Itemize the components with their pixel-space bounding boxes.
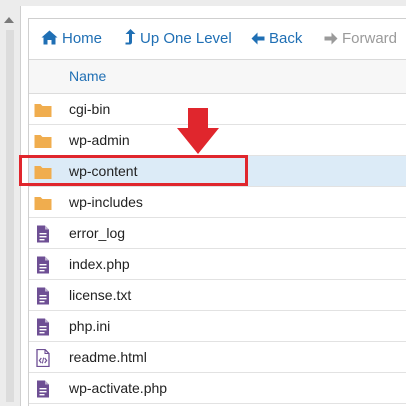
home-button[interactable]: Home [41,19,102,59]
text-file-icon [34,225,52,243]
file-row-wp-content[interactable]: wp-content [29,156,406,187]
forward-button[interactable]: Forward [324,19,397,59]
file-name: wp-activate.php [69,380,168,396]
file-name: wp-admin [69,132,130,148]
file-name: wp-includes [69,194,143,210]
file-row-error-log[interactable]: error_log [29,218,406,249]
level-up-icon [125,29,136,45]
text-file-icon [34,318,52,336]
file-name: error_log [69,225,126,241]
file-name: wp-content [69,163,138,179]
folder-icon [34,163,52,181]
name-column-header[interactable]: Name [69,60,106,93]
file-row-php-ini[interactable]: php.ini [29,311,406,342]
arrow-right-icon [324,32,338,45]
table-header: Name [29,60,406,94]
file-row-readme-html[interactable]: readme.html [29,342,406,373]
text-file-icon [34,256,52,274]
file-row-wp-includes[interactable]: wp-includes [29,187,406,218]
home-icon [41,30,58,45]
file-row-wp-activate-php[interactable]: wp-activate.php [29,373,406,404]
home-label: Home [62,30,103,47]
text-file-icon [34,287,52,305]
scroll-up-arrow-icon[interactable] [4,17,14,23]
forward-label: Forward [342,30,398,47]
folder-icon [34,132,52,150]
file-name: cgi-bin [69,101,111,117]
up-one-level-button[interactable]: Up One Level [125,19,232,59]
file-row-license-txt[interactable]: license.txt [29,280,406,311]
text-file-icon [34,380,52,398]
annotation-arrow-down-icon [177,108,219,154]
file-row-index-php[interactable]: index.php [29,249,406,280]
code-file-icon [34,348,52,368]
file-name: license.txt [69,287,132,303]
arrow-left-icon [251,32,265,45]
navigation-toolbar: Home Up One Level Back Forward [29,19,406,60]
folder-icon [34,101,52,119]
back-label: Back [269,30,303,47]
scrollbar-track[interactable] [6,30,14,402]
file-name: readme.html [69,349,147,365]
directory-tree-panel [0,6,21,406]
file-name: index.php [69,256,130,272]
back-button[interactable]: Back [251,19,302,59]
folder-icon [34,194,52,212]
top-strip [0,0,406,6]
up-one-level-label: Up One Level [140,30,232,47]
file-name: php.ini [69,318,111,334]
